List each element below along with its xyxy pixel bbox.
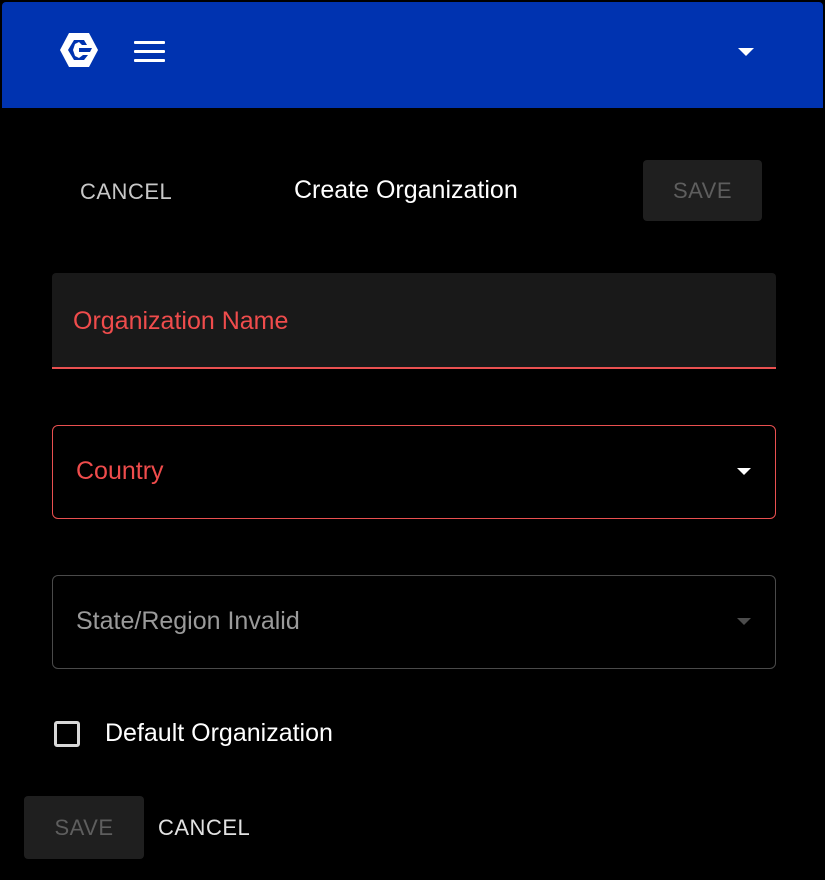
organization-name-label: Organization Name (73, 307, 289, 335)
country-select[interactable]: Country (52, 425, 776, 519)
default-organization-checkbox-row: Default Organization (54, 715, 394, 751)
default-organization-label[interactable]: Default Organization (105, 717, 333, 749)
hamburger-menu-icon[interactable] (134, 41, 166, 63)
chevron-down-icon (737, 468, 751, 475)
state-region-select[interactable]: State/Region Invalid (52, 575, 776, 669)
chevron-down-icon (737, 618, 751, 625)
default-organization-checkbox[interactable] (54, 721, 80, 747)
state-region-label: State/Region Invalid (76, 607, 300, 635)
save-button-top[interactable]: SAVE (643, 160, 762, 221)
country-label: Country (76, 457, 164, 485)
caret-down-icon (738, 48, 754, 56)
top-app-bar (2, 2, 823, 108)
brand-logo-icon[interactable] (60, 33, 98, 67)
cancel-button-top[interactable]: CANCEL (62, 166, 190, 218)
create-organization-page: CANCEL Create Organization SAVE Organiza… (0, 0, 825, 880)
organization-name-input[interactable]: Organization Name (52, 273, 776, 369)
cancel-button-bottom[interactable]: CANCEL (146, 806, 262, 850)
dialog-title: Create Organization (294, 176, 518, 204)
account-dropdown-button[interactable] (738, 48, 762, 62)
save-button-bottom[interactable]: SAVE (24, 796, 144, 859)
